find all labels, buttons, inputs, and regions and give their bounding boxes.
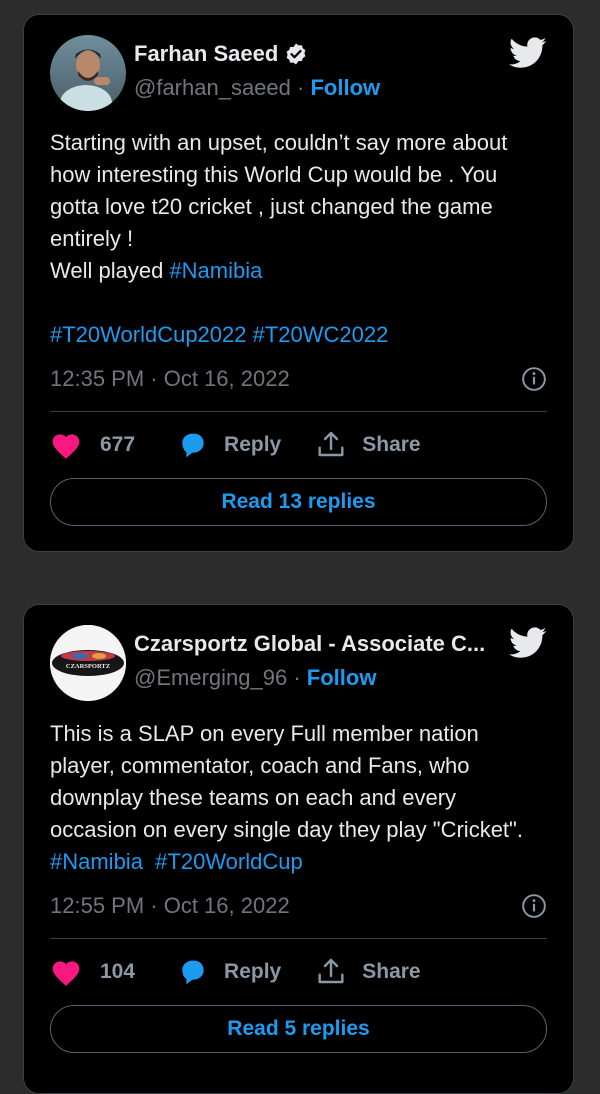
author-handle[interactable]: @farhan_saeed (134, 75, 291, 100)
verified-badge-icon (286, 43, 306, 65)
hashtag-link[interactable]: #Namibia (50, 849, 143, 874)
tweet-text-segment: This is a SLAP on every Full member nati… (50, 721, 523, 842)
read-replies-label: Read 5 replies (227, 1017, 370, 1040)
author-name[interactable]: Farhan Saeed (134, 41, 278, 67)
read-replies-button[interactable]: Read 13 replies (50, 478, 547, 526)
author-name[interactable]: Czarsportz Global - Associate C... (134, 631, 485, 657)
hashtag-link[interactable]: #T20WC2022 (253, 322, 389, 347)
share-icon (318, 431, 344, 457)
reply-bubble-icon (182, 960, 204, 985)
reply-bubble-icon (182, 433, 204, 458)
actions-bar: 677 Reply Share (50, 427, 547, 463)
author-handle-row: @farhan_saeed · Follow (134, 75, 380, 101)
follow-button[interactable]: Follow (310, 75, 380, 100)
author-handle-row: @Emerging_96 · Follow (134, 665, 376, 691)
share-label: Share (362, 433, 421, 456)
divider (50, 411, 547, 412)
separator: · (293, 665, 301, 690)
separator: · (297, 75, 305, 100)
hashtag-link[interactable]: #T20WorldCup2022 (50, 322, 247, 347)
read-replies-button[interactable]: Read 5 replies (50, 1005, 547, 1053)
hashtag-link[interactable]: #T20WorldCup (155, 849, 303, 874)
tweet-text: This is a SLAP on every Full member nati… (50, 718, 547, 878)
twitter-bird-icon[interactable] (509, 627, 547, 659)
tweet-card: CZARSPORTZ Czarsportz Global - Associate… (23, 604, 574, 1094)
like-button[interactable]: 104 (50, 957, 135, 987)
like-count: 677 (100, 433, 136, 456)
reply-button[interactable]: Reply (177, 956, 281, 988)
share-button[interactable]: Share (315, 429, 421, 461)
timestamp-row: 12:35 PM · Oct 16, 2022 (50, 366, 547, 392)
tweet-text-segment: Starting with an upset, couldn’t say mor… (50, 130, 508, 283)
author-name-row: Czarsportz Global - Associate C... (134, 631, 485, 657)
follow-button[interactable]: Follow (307, 665, 377, 690)
hashtag-link[interactable]: #Namibia (169, 258, 262, 283)
avatar-logo-text: CZARSPORTZ (66, 663, 110, 670)
author-name-row: Farhan Saeed (134, 41, 308, 67)
timestamp[interactable]: 12:35 PM · Oct 16, 2022 (50, 366, 290, 392)
reply-button[interactable]: Reply (177, 429, 281, 461)
share-icon (318, 958, 344, 984)
share-button[interactable]: Share (315, 956, 421, 988)
tweet-text: Starting with an upset, couldn’t say mor… (50, 127, 547, 351)
tweet-card: Farhan Saeed @farhan_saeed · Follow Star… (23, 14, 574, 552)
like-button[interactable]: 677 (50, 430, 135, 460)
reply-label: Reply (224, 960, 282, 983)
twitter-bird-icon[interactable] (509, 37, 547, 69)
author-handle[interactable]: @Emerging_96 (134, 665, 287, 690)
reply-label: Reply (224, 433, 282, 456)
heart-icon (52, 961, 80, 986)
divider (50, 938, 547, 939)
timestamp[interactable]: 12:55 PM · Oct 16, 2022 (50, 893, 290, 919)
tweet-text-segment (143, 849, 155, 874)
share-label: Share (362, 960, 421, 983)
actions-bar: 104 Reply Share (50, 954, 547, 990)
timestamp-row: 12:55 PM · Oct 16, 2022 (50, 893, 547, 919)
info-icon[interactable] (521, 366, 547, 392)
read-replies-label: Read 13 replies (221, 490, 376, 513)
avatar[interactable] (50, 35, 126, 111)
info-icon[interactable] (521, 893, 547, 919)
like-count: 104 (100, 960, 136, 983)
avatar[interactable]: CZARSPORTZ (50, 625, 126, 701)
heart-icon (52, 434, 80, 459)
